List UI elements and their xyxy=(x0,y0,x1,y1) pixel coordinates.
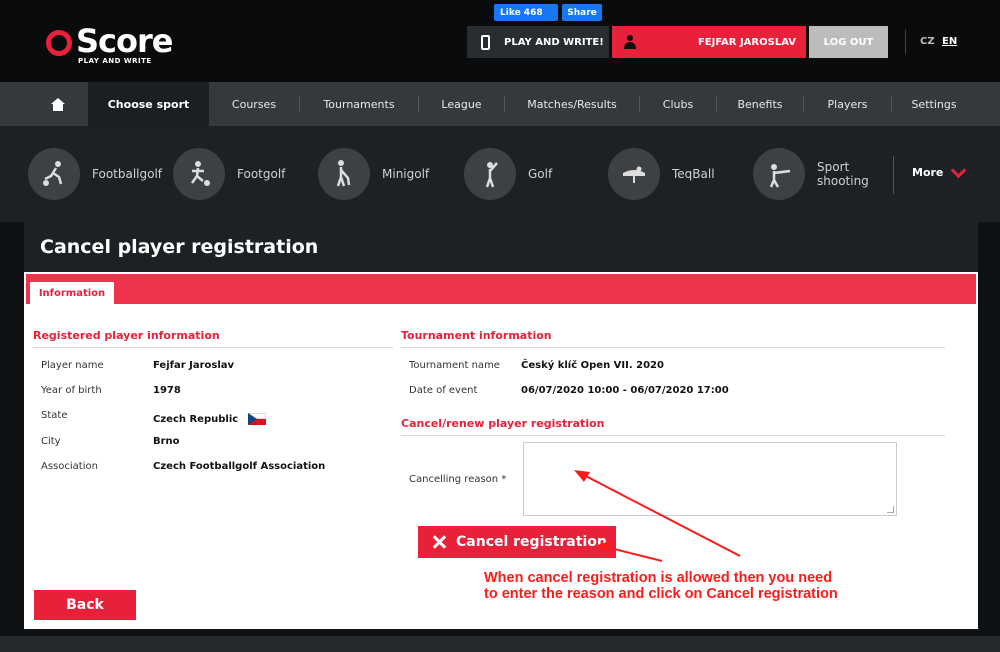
annotation-arrows xyxy=(574,470,741,562)
arrow-to-cancel-button xyxy=(597,541,663,562)
footer-strip xyxy=(0,636,1000,652)
arrow-to-reason xyxy=(574,470,741,557)
